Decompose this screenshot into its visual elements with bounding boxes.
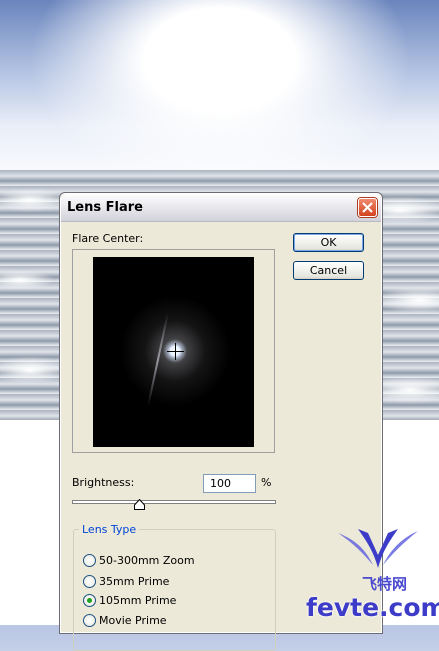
brightness-unit: %: [261, 476, 272, 489]
slider-thumb-icon[interactable]: [133, 499, 145, 510]
close-button[interactable]: [358, 198, 377, 217]
close-icon: [362, 202, 373, 213]
lens-type-label: Lens Type: [79, 523, 140, 536]
ok-button[interactable]: OK: [293, 233, 364, 252]
watermark: 飞特网 fevte.com: [300, 523, 439, 625]
radio-105mm-prime[interactable]: 105mm Prime: [83, 592, 176, 608]
radio-movie-prime[interactable]: Movie Prime: [83, 612, 167, 628]
flare-center-label: Flare Center:: [72, 232, 144, 245]
dialog-title: Lens Flare: [67, 200, 143, 215]
radio-label: 50-300mm Zoom: [99, 553, 195, 567]
brightness-input[interactable]: 100: [203, 474, 256, 493]
cancel-button[interactable]: Cancel: [293, 261, 364, 280]
brightness-label: Brightness:: [72, 476, 135, 489]
radio-button[interactable]: [83, 553, 96, 567]
radio-button[interactable]: [83, 574, 96, 588]
radio-label: 35mm Prime: [99, 574, 170, 588]
radio-button-checked[interactable]: [83, 593, 96, 607]
radio-label: 105mm Prime: [99, 593, 177, 607]
radio-35mm-prime[interactable]: 35mm Prime: [83, 573, 169, 589]
flare-center-preview[interactable]: [93, 257, 254, 447]
flare-preview-frame: [72, 249, 275, 453]
crosshair-icon[interactable]: [166, 342, 185, 361]
title-bar: Lens Flare: [61, 194, 381, 222]
watermark-chinese-text: 飞特网: [362, 575, 408, 593]
watermark-site-text: fevte.com: [306, 593, 439, 622]
brightness-slider-track[interactable]: [72, 500, 276, 504]
radio-50-300mm-zoom[interactable]: 50-300mm Zoom: [83, 552, 195, 568]
lens-type-group: [73, 529, 276, 651]
